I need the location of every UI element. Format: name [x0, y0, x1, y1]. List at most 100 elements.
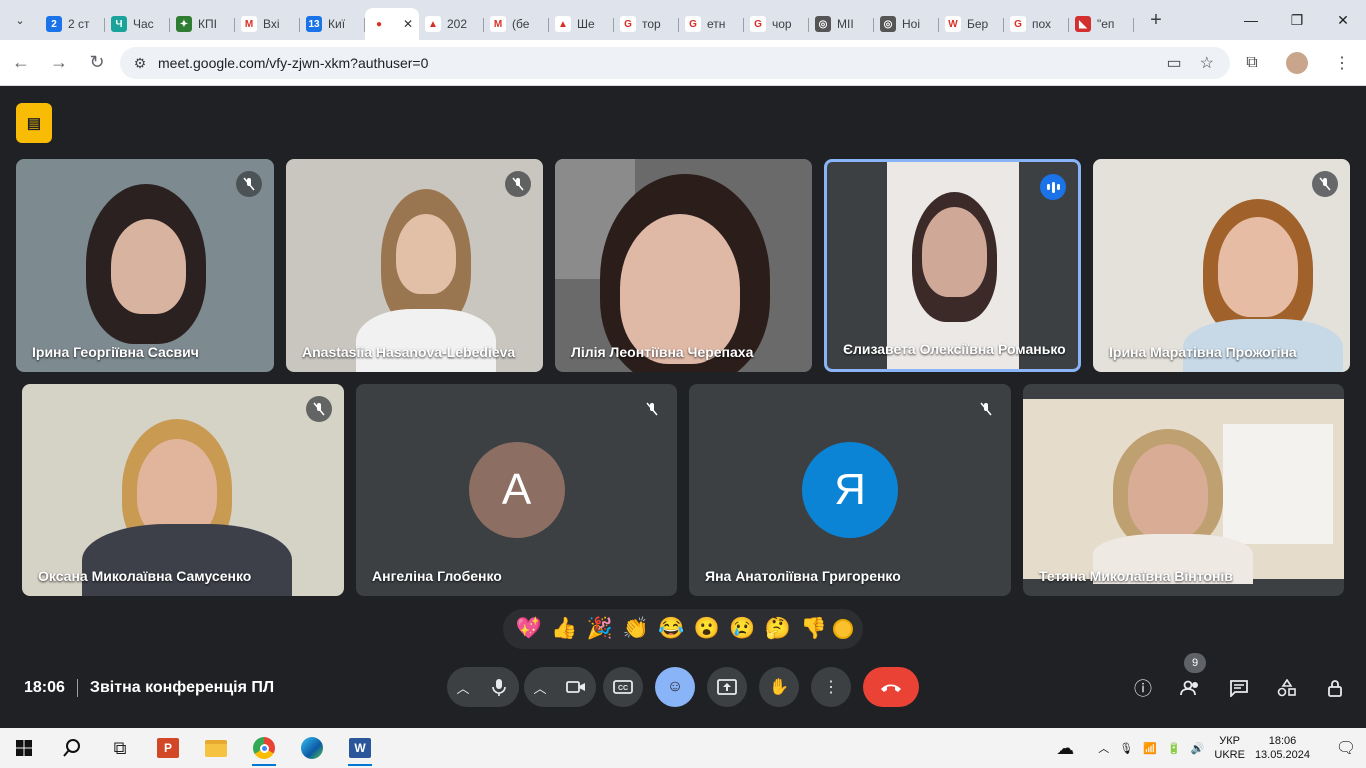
participant-tile[interactable]: Ірина Георгіївна Сасвич [16, 159, 274, 372]
reaction-party-popper[interactable]: 🎉 [584, 617, 616, 641]
reaction-clapping[interactable]: 👏 [620, 617, 652, 641]
window-background [1223, 424, 1333, 544]
file-explorer-icon[interactable] [192, 728, 240, 768]
browser-toolbar: ← → ↻ ⚙ meet.google.com/vfy-zjwn-xkm?aut… [0, 40, 1366, 86]
participant-tile[interactable]: Ірина Маратівна Прожогіна [1093, 159, 1350, 372]
leave-call-button[interactable] [863, 667, 919, 707]
bookmark-star-icon[interactable]: ☆ [1200, 53, 1214, 73]
participant-face [111, 219, 186, 314]
participant-tile-active-speaker[interactable]: Єлизавета Олексіївна Романько [824, 159, 1081, 372]
audio-options-chevron-icon[interactable]: ︿ [447, 667, 479, 707]
reaction-thumbs-down[interactable]: 👎 [798, 617, 830, 641]
chrome-icon[interactable] [240, 728, 288, 768]
powerpoint-icon[interactable]: P [144, 728, 192, 768]
close-tab-icon[interactable]: ✕ [403, 17, 413, 31]
profile-avatar[interactable] [1286, 52, 1308, 74]
present-screen-button[interactable] [707, 667, 747, 707]
clock-date: 13.05.2024 [1254, 749, 1310, 761]
host-controls-lock-icon[interactable] [1320, 675, 1350, 701]
reaction-thinking[interactable]: 🤔 [762, 617, 794, 641]
meeting-info: 18:06 Звітна конференція ПЛ [24, 679, 274, 697]
participant-tile[interactable]: Оксана Миколаївна Самусенко [22, 384, 344, 596]
show-hidden-icons-chevron-icon[interactable]: ︿ [1098, 740, 1109, 756]
browser-tab[interactable]: ◣ "еп [1069, 8, 1134, 40]
reaction-laughing[interactable]: 😂 [655, 617, 687, 641]
browser-tab[interactable]: ▲ 202 [419, 8, 484, 40]
participant-tile[interactable]: Я Яна Анатоліївна Григоренко [689, 384, 1011, 596]
weather-icon[interactable]: ☁ [1056, 738, 1074, 759]
camera-button[interactable] [556, 667, 596, 707]
browser-tab[interactable]: Gтор [614, 8, 679, 40]
video-options-chevron-icon[interactable]: ︿ [524, 667, 556, 707]
word-icon[interactable]: W [336, 728, 384, 768]
more-options-button[interactable]: ⋮ [811, 667, 851, 707]
reaction-surprised[interactable]: 😮 [691, 617, 723, 641]
tab-favicon-icon: M [490, 16, 506, 32]
right-controls: ⓘ 9 [1128, 653, 1350, 701]
battery-icon[interactable]: 🔋 [1167, 742, 1181, 755]
back-button[interactable]: ← [4, 46, 38, 80]
participant-tile[interactable]: А Ангеліна Глобенко [356, 384, 677, 596]
minimize-button[interactable]: — [1228, 0, 1274, 40]
browser-tab[interactable]: Gетн [679, 8, 744, 40]
participant-tile[interactable]: Anastasiia Hasanova-Lebedieva [286, 159, 543, 372]
browser-tab[interactable]: M Вхі [235, 8, 300, 40]
participant-tile[interactable]: Тетяна Миколаївна Вінтонів [1023, 384, 1344, 596]
browser-tab[interactable]: W Бер [939, 8, 1004, 40]
browser-tab[interactable]: ◎ МІІ [809, 8, 874, 40]
restore-button[interactable]: ❐ [1274, 0, 1320, 40]
participant-body [82, 524, 292, 596]
reaction-thumbs-up[interactable]: 👍 [548, 617, 580, 641]
activities-icon[interactable] [1272, 675, 1302, 701]
microphone-button[interactable] [479, 667, 519, 707]
browser-tab[interactable]: Gчор [744, 8, 809, 40]
chat-icon[interactable] [1224, 675, 1254, 701]
meeting-details-icon[interactable]: ⓘ [1128, 675, 1158, 701]
svg-text:CC: CC [618, 685, 628, 692]
microphone-tray-icon[interactable]: 🎙 [1119, 742, 1133, 755]
people-icon[interactable]: 9 [1176, 653, 1206, 701]
tab-favicon-icon: ◎ [880, 16, 896, 32]
captions-button[interactable]: CC [603, 667, 643, 707]
tab-title: Вхі [263, 17, 280, 31]
input-language[interactable]: УКР UKRE [1214, 734, 1245, 762]
browser-tab[interactable]: 2 2 ст [40, 8, 105, 40]
notifications-icon[interactable]: 🗨 [1326, 728, 1366, 768]
browser-tab[interactable]: Ч Час [105, 8, 170, 40]
browser-tab[interactable]: 13 Киї [300, 8, 365, 40]
skin-tone-picker[interactable] [833, 619, 854, 639]
browser-tab[interactable]: Gпох [1004, 8, 1069, 40]
browser-tab[interactable]: ✦ КПІ [170, 8, 235, 40]
close-window-button[interactable]: ✕ [1320, 0, 1366, 40]
volume-icon[interactable]: 🔊 [1191, 742, 1205, 755]
tab-favicon-icon: 13 [306, 16, 322, 32]
tab-favicon-icon: G [620, 16, 636, 32]
system-clock[interactable]: 18:06 13.05.2024 [1255, 734, 1310, 762]
browser-tab[interactable]: M (бе [484, 8, 549, 40]
site-info-icon[interactable]: ⚙ [126, 55, 154, 72]
reactions-emoji-button[interactable]: ☺ [655, 667, 695, 707]
chrome-menu-icon[interactable]: ⋮ [1328, 49, 1356, 77]
recording-indicator-icon[interactable]: ▤ [16, 103, 52, 143]
search-icon[interactable] [48, 728, 96, 768]
browser-tab[interactable]: ◎ Ноі [874, 8, 939, 40]
extensions-icon[interactable]: ⧉ [1238, 49, 1266, 77]
reaction-crying[interactable]: 😢 [726, 617, 758, 641]
network-icon[interactable]: 📶 [1143, 742, 1157, 755]
tab-title: Час [133, 17, 154, 31]
raise-hand-button[interactable]: ✋ [759, 667, 799, 707]
windows-start-icon[interactable] [0, 728, 48, 768]
forward-button[interactable]: → [42, 46, 76, 80]
tab-title: 202 [447, 17, 468, 31]
address-bar[interactable]: ⚙ meet.google.com/vfy-zjwn-xkm?authuser=… [120, 47, 1230, 79]
browser-tab-active[interactable]: ● ✕ [365, 8, 419, 40]
reload-button[interactable]: ↻ [80, 46, 114, 80]
new-tab-button[interactable]: + [1142, 6, 1170, 34]
task-view-icon[interactable]: ⧉ [96, 728, 144, 768]
reaction-sparkling-heart[interactable]: 💖 [513, 617, 545, 641]
tab-search-button[interactable]: ⌄ [6, 6, 34, 34]
camera-in-use-icon[interactable]: ▭ [1167, 53, 1182, 73]
participant-tile[interactable]: Лілія Леонтіївна Черепаха [555, 159, 812, 372]
browser-tab[interactable]: ▲ Ше [549, 8, 614, 40]
edge-icon[interactable] [288, 728, 336, 768]
